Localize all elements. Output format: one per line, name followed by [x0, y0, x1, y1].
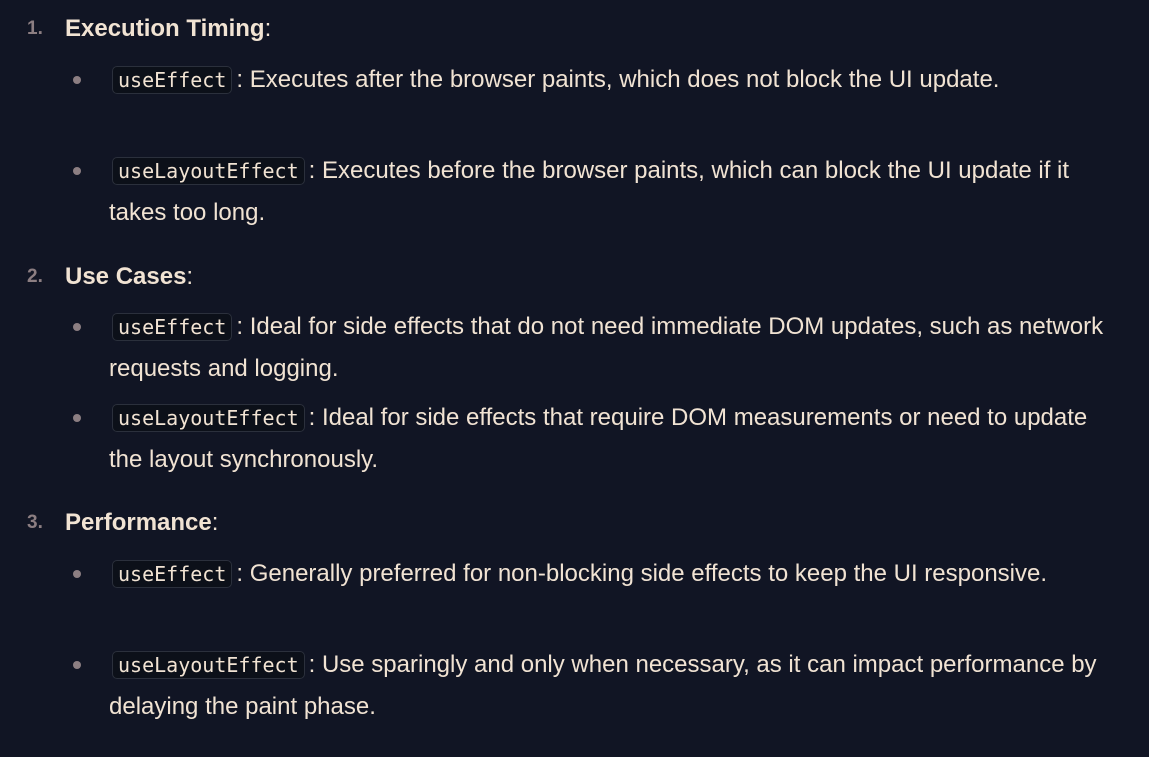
bullet-dot-icon: [73, 323, 81, 331]
section-heading: Performance:: [65, 509, 219, 536]
bullet-dot-icon: [73, 414, 81, 422]
bullet-item: useLayoutEffect: Ideal for side effects …: [73, 397, 1119, 480]
inline-code: useLayoutEffect: [112, 404, 305, 432]
bullet-dot-icon: [73, 570, 81, 578]
inline-code: useEffect: [112, 66, 233, 94]
bullet-dot-icon: [73, 167, 81, 175]
bullet-dot-icon: [73, 76, 81, 84]
bullet-text: : Ideal for side effects that do not nee…: [109, 313, 1104, 382]
bullet-text: : Generally preferred for non-blocking s…: [236, 560, 1048, 587]
bullet-item: useEffect: Executes after the browser pa…: [73, 59, 1119, 101]
bullet-text: : Executes after the browser paints, whi…: [236, 66, 1000, 93]
bullet-item: useEffect: Ideal for side effects that d…: [73, 306, 1119, 389]
inline-code: useLayoutEffect: [112, 651, 305, 679]
section-heading: Use Cases:: [65, 263, 194, 290]
bullet-item: useLayoutEffect: Use sparingly and only …: [73, 644, 1119, 727]
inline-code: useEffect: [112, 560, 233, 588]
list-number: 2.: [27, 266, 43, 287]
inline-code: useEffect: [112, 313, 233, 341]
inline-code: useLayoutEffect: [112, 157, 305, 185]
list-number: 1.: [27, 18, 43, 39]
list-number: 3.: [27, 512, 43, 533]
bullet-item: useEffect: Generally preferred for non-b…: [73, 553, 1119, 595]
section-heading: Execution Timing:: [65, 15, 272, 42]
bullet-item: useLayoutEffect: Executes before the bro…: [73, 150, 1119, 233]
bullet-dot-icon: [73, 661, 81, 669]
